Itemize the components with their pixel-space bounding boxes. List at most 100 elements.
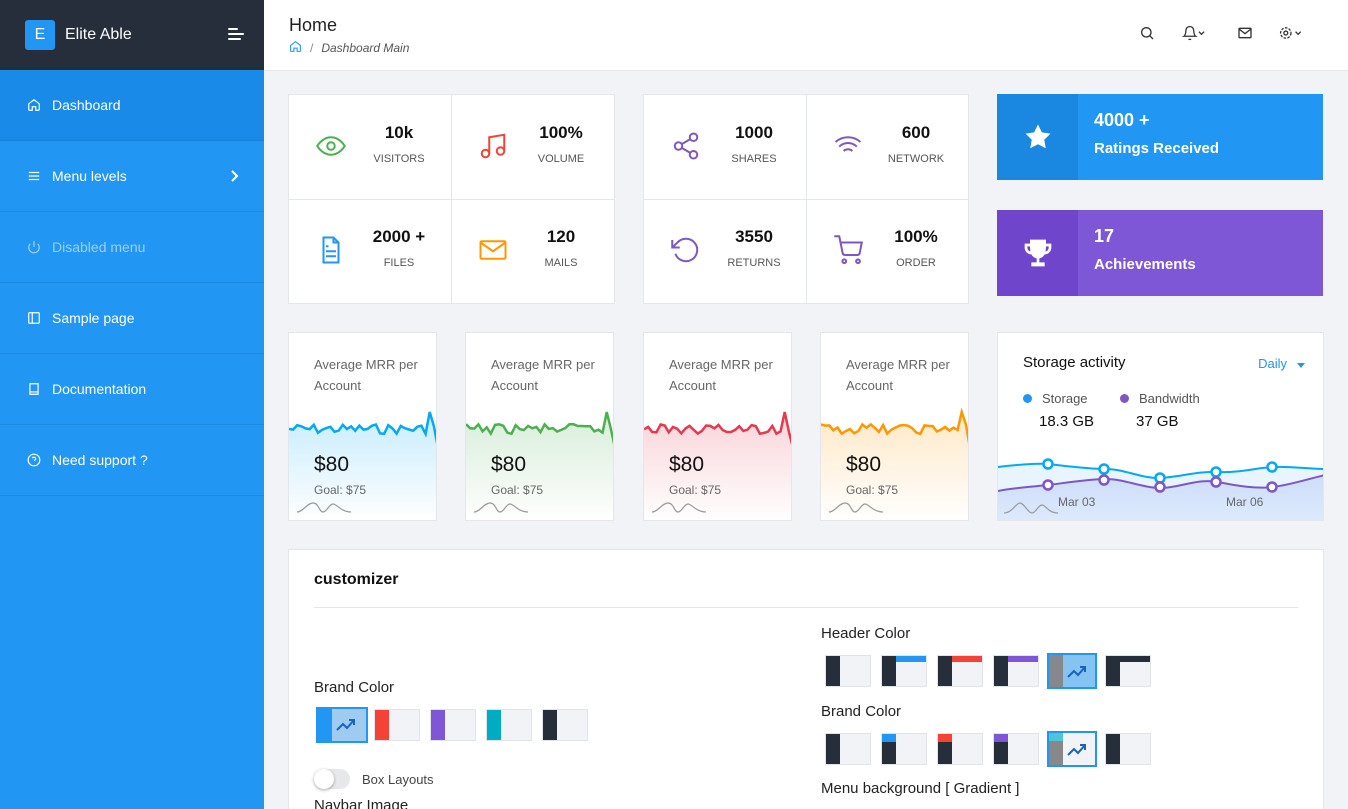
mrr-card: Average MRR per Account $80 Goal: $75 xyxy=(820,332,969,521)
menu-background-label: Menu background [ Gradient ] xyxy=(821,780,1020,797)
legend-dot xyxy=(1120,394,1129,403)
stat-label: RETURNS xyxy=(727,257,781,269)
brand-swatch-red[interactable] xyxy=(374,709,420,741)
mrr-title: Average MRR per Account xyxy=(491,357,595,393)
mrr-card: Average MRR per Account $80 Goal: $75 xyxy=(643,332,792,521)
brand-swatch-purple[interactable] xyxy=(430,709,476,741)
stat-value: 600 xyxy=(901,123,931,142)
sidebar-item-label: Sample page xyxy=(52,310,135,326)
mrr-card: Average MRR per Account $80 Goal: $75 xyxy=(465,332,614,521)
stat-label: VOLUME xyxy=(537,153,585,165)
brand-color-label-2: Brand Color xyxy=(821,703,902,720)
menu-toggle-icon[interactable] xyxy=(228,28,244,42)
header-swatch-red[interactable] xyxy=(937,655,983,687)
brand-name[interactable]: Elite Able xyxy=(65,26,132,44)
trend-up-icon xyxy=(1067,666,1086,678)
top-header: Home / Dashboard Main xyxy=(264,0,1348,71)
box-layouts-toggle[interactable] xyxy=(314,769,350,789)
header-swatch-purple[interactable] xyxy=(993,655,1039,687)
sidebar-item-label: Documentation xyxy=(52,381,147,397)
brand2-swatch-light[interactable] xyxy=(1105,733,1151,765)
period-label: Daily xyxy=(1258,356,1287,371)
stats-panel-left: 10k VISITORS 100% VOLUME 2000 + FILES 12… xyxy=(288,94,615,304)
legend-dot xyxy=(1023,394,1032,403)
mrr-goal: Goal: $75 xyxy=(846,483,899,497)
sidebar-item-label: Dashboard xyxy=(52,97,121,113)
stat-label: NETWORK xyxy=(887,153,945,165)
mrr-goal: Goal: $75 xyxy=(314,483,367,497)
brand-swatch-dark[interactable] xyxy=(542,709,588,741)
sidebar-item-sample-page[interactable]: Sample page xyxy=(0,283,264,354)
legend-value: 18.3 GB xyxy=(1039,413,1095,430)
settings-icon[interactable] xyxy=(1278,25,1304,44)
mrr-sparkline xyxy=(821,408,968,520)
wifi-icon xyxy=(833,131,863,161)
breadcrumb-separator: / xyxy=(310,41,314,55)
sidebar-item-menu-levels[interactable]: Menu levels xyxy=(0,141,264,212)
stat-value: 10k xyxy=(384,123,414,142)
header-swatch-default[interactable] xyxy=(825,655,871,687)
mrr-value: $80 xyxy=(491,453,527,476)
brand2-swatch-purple[interactable] xyxy=(993,733,1039,765)
sidebar-item-disabled-menu: Disabled menu xyxy=(0,212,264,283)
legend-bandwidth: Bandwidth xyxy=(1120,391,1200,406)
stats-panel-right: 1000 SHARES 600 NETWORK 3550 RETURNS 100… xyxy=(643,94,969,304)
share-icon xyxy=(671,131,701,161)
box-layouts-label: Box Layouts xyxy=(362,772,434,787)
legend-label: Storage xyxy=(1042,391,1088,406)
header-swatch-dark[interactable] xyxy=(1105,655,1151,687)
stat-shares: 1000 SHARES xyxy=(644,95,806,199)
stat-value: 100% xyxy=(539,123,583,142)
stat-label: SHARES xyxy=(731,153,777,165)
sidebar-item-dashboard[interactable]: Dashboard xyxy=(0,70,264,141)
x-axis-label: Mar 06 xyxy=(1226,495,1264,509)
storage-activity-card: Storage activity Daily Storage 18.3 GB B… xyxy=(997,332,1324,521)
sidebar-item-need-support[interactable]: Need support ? xyxy=(0,425,264,496)
brand-swatch-blue[interactable] xyxy=(316,707,368,743)
legend-value: 37 GB xyxy=(1136,413,1179,430)
stat-label: ORDER xyxy=(896,257,936,269)
book-icon xyxy=(26,381,42,397)
brand2-swatch-default[interactable] xyxy=(825,733,871,765)
mail-icon[interactable] xyxy=(1237,25,1253,44)
home-icon xyxy=(26,97,42,113)
stat-value: 1000 xyxy=(735,123,773,142)
stat-value: 120 xyxy=(546,227,576,246)
brand2-swatch-blue[interactable] xyxy=(881,733,927,765)
sidebar-item-label: Menu levels xyxy=(52,168,127,184)
period-dropdown[interactable]: Daily xyxy=(1258,356,1305,371)
customizer-title: customizer xyxy=(314,571,399,588)
stat-visitors: 10k VISITORS xyxy=(289,95,451,199)
file-text-icon xyxy=(316,235,346,265)
trend-up-icon xyxy=(1067,744,1086,756)
ratings-label: Ratings Received xyxy=(1094,140,1220,157)
caret-down-icon xyxy=(1297,356,1305,371)
achievements-card: 17 Achievements xyxy=(997,210,1323,296)
search-icon[interactable] xyxy=(1139,25,1155,44)
home-icon[interactable] xyxy=(289,40,302,56)
mrr-goal: Goal: $75 xyxy=(669,483,722,497)
brand-swatch-teal[interactable] xyxy=(486,709,532,741)
cart-icon xyxy=(833,235,863,265)
header-swatch-blue[interactable] xyxy=(881,655,927,687)
header-swatch-gradient[interactable] xyxy=(1047,653,1097,689)
stat-returns: 3550 RETURNS xyxy=(644,199,806,303)
sidebar-icon xyxy=(26,310,42,326)
mrr-value: $80 xyxy=(846,453,882,476)
header-color-label: Header Color xyxy=(821,625,911,642)
brand2-swatch-gradient[interactable] xyxy=(1047,731,1097,767)
stat-label: FILES xyxy=(383,257,415,269)
bell-icon[interactable] xyxy=(1181,25,1208,44)
rotate-icon xyxy=(671,235,701,265)
legend-storage: Storage xyxy=(1023,391,1088,406)
mrr-sparkline xyxy=(466,411,613,520)
stat-mails: 120 MAILS xyxy=(451,199,613,303)
mrr-sparkline xyxy=(289,411,436,520)
brand2-swatch-red[interactable] xyxy=(937,733,983,765)
sidebar-item-label: Need support ? xyxy=(52,452,148,468)
stat-volume: 100% VOLUME xyxy=(451,95,613,199)
brand-logo[interactable]: E xyxy=(25,20,55,50)
menu-icon xyxy=(26,168,42,184)
mrr-title: Average MRR per Account xyxy=(314,357,418,393)
sidebar-item-documentation[interactable]: Documentation xyxy=(0,354,264,425)
